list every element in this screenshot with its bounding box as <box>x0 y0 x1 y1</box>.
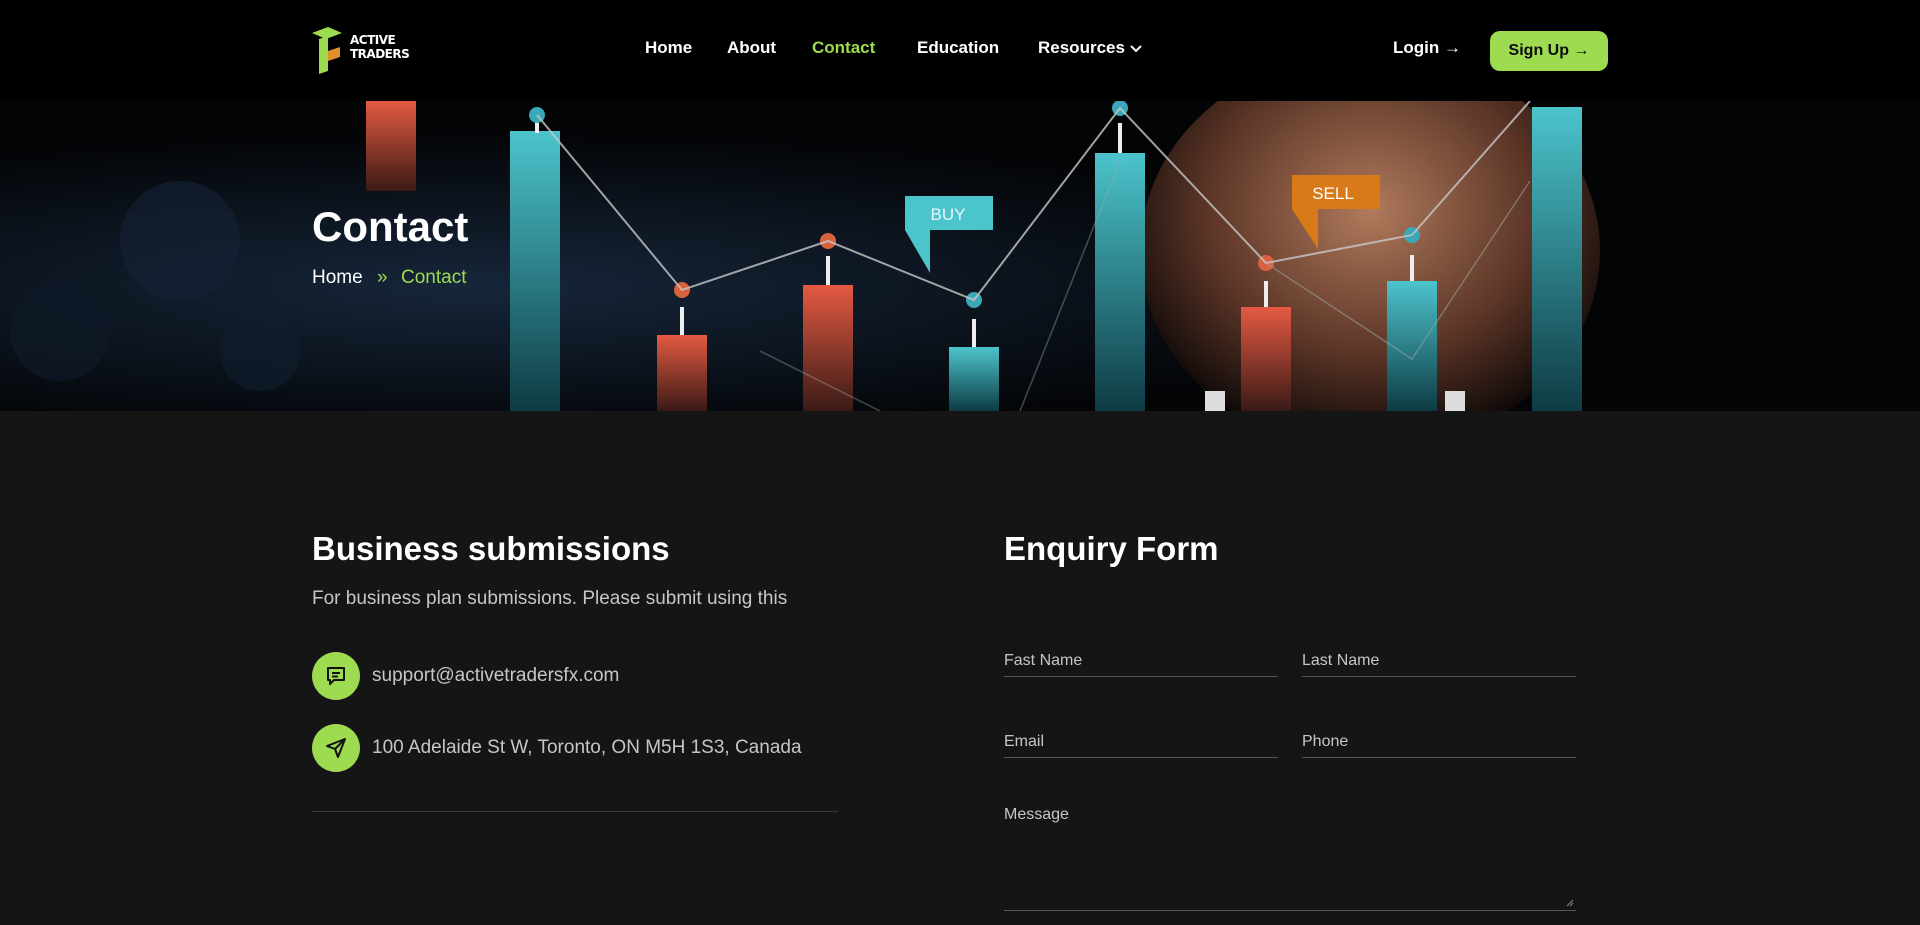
business-submissions-heading: Business submissions <box>312 530 670 567</box>
login-link[interactable]: Login → <box>1393 38 1461 58</box>
chevron-down-icon <box>1130 44 1142 52</box>
email-input[interactable] <box>1004 716 1278 757</box>
nav-resources-label: Resources <box>1038 38 1125 57</box>
breadcrumb-current: Contact <box>401 267 467 288</box>
first-name-field[interactable] <box>1004 635 1278 677</box>
logo-mark-icon <box>312 27 342 74</box>
brand-logo[interactable]: ACTIVE TRADERS <box>312 27 410 75</box>
message-field[interactable] <box>1004 796 1576 911</box>
logo-text-line2: TRADERS <box>350 47 410 61</box>
support-email-link[interactable]: support@activetradersfx.com <box>372 665 619 687</box>
nav-contact[interactable]: Contact <box>812 38 875 58</box>
trading-chart-background-image: BUY SELL <box>0 101 1920 411</box>
nav-education[interactable]: Education <box>917 38 999 58</box>
logo-text: ACTIVE TRADERS <box>350 33 410 61</box>
address-icon-badge <box>312 724 360 772</box>
section-divider <box>312 811 838 812</box>
message-icon <box>327 667 345 685</box>
phone-input[interactable] <box>1302 716 1576 757</box>
top-navbar: ACTIVE TRADERS Home About Contact Educat… <box>0 0 1920 101</box>
nav-home[interactable]: Home <box>645 38 692 58</box>
sell-flag-label: SELL <box>1312 184 1354 203</box>
last-name-input[interactable] <box>1302 635 1576 676</box>
nav-about[interactable]: About <box>727 38 776 58</box>
message-textarea[interactable] <box>1004 796 1576 910</box>
email-icon-badge <box>312 652 360 700</box>
enquiry-form-heading: Enquiry Form <box>1004 530 1219 567</box>
breadcrumb-separator-icon: » <box>377 267 388 288</box>
first-name-input[interactable] <box>1004 635 1278 676</box>
hero-banner: BUY SELL Contact Home » Contact <box>0 101 1920 411</box>
last-name-field[interactable] <box>1302 635 1576 677</box>
logo-text-line1: ACTIVE <box>350 33 396 47</box>
nav-resources[interactable]: Resources <box>1038 38 1142 58</box>
resize-grip-icon[interactable] <box>1566 899 1574 907</box>
business-submissions-subtitle: For business plan submissions. Please su… <box>312 588 788 609</box>
email-field[interactable] <box>1004 716 1278 758</box>
office-address: 100 Adelaide St W, Toronto, ON M5H 1S3, … <box>372 737 802 758</box>
page-title: Contact <box>312 203 469 250</box>
buy-flag-label: BUY <box>931 205 966 224</box>
signup-button[interactable]: Sign Up → <box>1490 31 1608 71</box>
phone-field[interactable] <box>1302 716 1576 758</box>
send-arrow-icon <box>326 738 346 758</box>
breadcrumb-home[interactable]: Home <box>312 267 363 289</box>
